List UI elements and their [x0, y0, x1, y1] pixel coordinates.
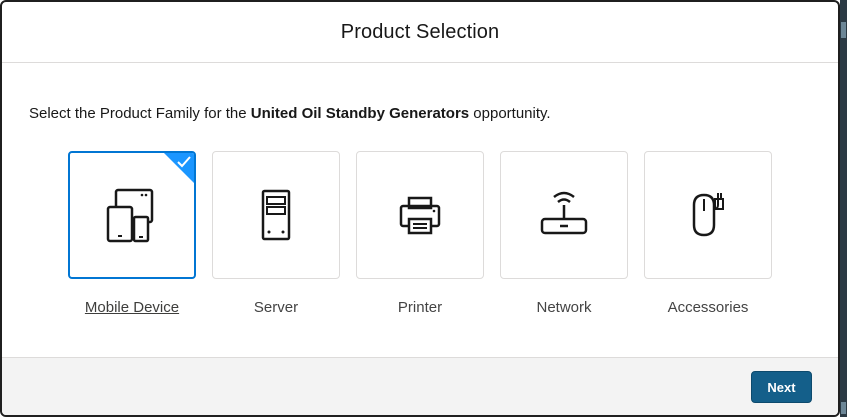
product-tile-server[interactable]	[212, 151, 340, 279]
next-button[interactable]: Next	[751, 371, 812, 403]
product-label-network[interactable]: Network	[500, 299, 628, 316]
background-mark	[841, 402, 846, 414]
product-label-server[interactable]: Server	[212, 299, 340, 316]
mobile-devices-icon	[106, 188, 154, 243]
instruction-text: Select the Product Family for the United…	[29, 105, 551, 122]
product-label-printer[interactable]: Printer	[356, 299, 484, 316]
modal-footer: Next	[2, 357, 838, 415]
product-selection-modal: Product Selection Select the Product Fam…	[0, 0, 840, 417]
opportunity-name: United Oil Standby Generators	[250, 105, 470, 122]
product-label-mobile-device[interactable]: Mobile Device	[68, 299, 196, 316]
modal-header: Product Selection	[2, 2, 838, 63]
background-page-edge	[840, 0, 847, 417]
router-icon	[540, 191, 588, 235]
prompt-suffix: opportunity.	[469, 105, 551, 122]
product-tile-mobile-device[interactable]	[68, 151, 196, 279]
product-tile-printer[interactable]	[356, 151, 484, 279]
product-tile-accessories[interactable]	[644, 151, 772, 279]
mouse-icon	[692, 193, 724, 237]
product-tile-network[interactable]	[500, 151, 628, 279]
printer-icon	[399, 196, 441, 235]
server-tower-icon	[261, 189, 291, 241]
product-label-accessories[interactable]: Accessories	[644, 299, 772, 316]
checkmark-icon	[177, 156, 191, 168]
prompt-prefix: Select the Product Family for the	[29, 105, 251, 122]
modal-title: Product Selection	[340, 20, 500, 43]
background-mark	[841, 22, 846, 38]
